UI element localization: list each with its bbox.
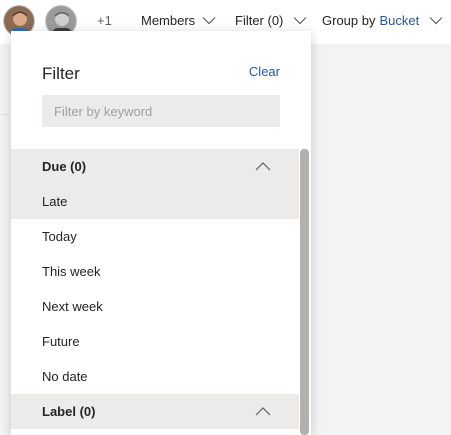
list-item[interactable]: No date — [11, 359, 299, 394]
list-item[interactable]: This week — [11, 254, 299, 289]
filter-label: Filter (0) — [235, 13, 284, 28]
list-item[interactable]: Future — [11, 324, 299, 359]
chevron-up-icon — [255, 407, 271, 416]
group-by-dropdown[interactable]: Group by Bucket — [322, 13, 443, 28]
chevron-up-icon — [255, 162, 271, 171]
filter-dropdown[interactable]: Filter (0) — [235, 13, 307, 28]
group-header-label[interactable]: Label (0) — [11, 394, 299, 429]
more-members-count[interactable]: +1 — [97, 13, 112, 28]
list-item[interactable]: Next week — [11, 289, 299, 324]
group-label: Due (0) — [42, 159, 87, 174]
filter-panel: Filter Clear Due (0) Late Today This wee… — [11, 31, 311, 435]
scrollbar-thumb[interactable] — [300, 149, 309, 435]
clear-button[interactable]: Clear — [249, 64, 280, 79]
group-by-value: Bucket — [379, 13, 420, 28]
panel-title: Filter — [42, 64, 80, 83]
chevron-down-icon — [202, 17, 216, 25]
group-by-label: Group by — [322, 13, 376, 28]
group-label: Label (0) — [42, 404, 96, 419]
scrollbar[interactable] — [300, 149, 309, 435]
members-dropdown[interactable]: Members — [141, 13, 216, 28]
chevron-down-icon — [429, 17, 443, 25]
content-divider — [0, 114, 10, 115]
group-header-due[interactable]: Due (0) — [11, 149, 299, 184]
members-label: Members — [141, 13, 196, 28]
chevron-down-icon — [293, 17, 307, 25]
search-input[interactable] — [42, 95, 280, 127]
list-item[interactable]: Today — [11, 219, 299, 254]
list-item[interactable]: Late — [11, 184, 299, 219]
filter-list: Due (0) Late Today This week Next week F… — [11, 149, 299, 435]
